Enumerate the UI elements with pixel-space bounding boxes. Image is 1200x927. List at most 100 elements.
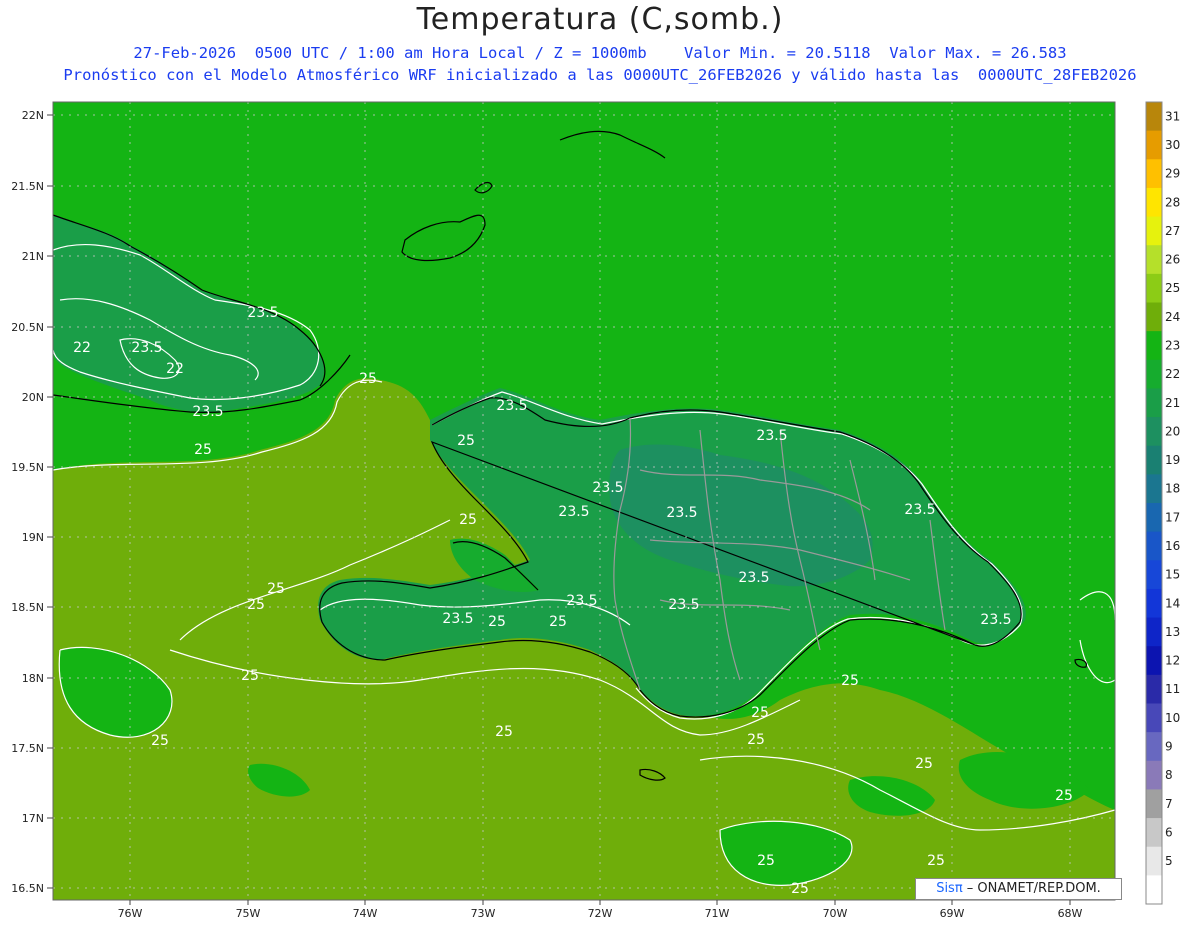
colorbar-label: 31 bbox=[1165, 109, 1180, 123]
colorbar-swatch bbox=[1146, 732, 1162, 762]
temperature-map: 22N 21.5N 21N 20.5N 20N 19.5N 19N 18.5N 18N 17.5N… bbox=[11, 101, 1180, 920]
colorbar-swatch bbox=[1146, 216, 1162, 246]
longitude-label: 72W bbox=[588, 907, 613, 920]
contour-label: 23.5 bbox=[738, 570, 769, 586]
longitude-label: 74W bbox=[353, 907, 378, 920]
colorbar-label: 8 bbox=[1165, 768, 1173, 782]
colorbar-swatch bbox=[1146, 388, 1162, 418]
contour-label: 25 bbox=[549, 614, 567, 630]
latitude-labels: 22N 21.5N 21N 20.5N 20N 19.5N 19N 18.5N 18N 17.5N… bbox=[11, 109, 53, 895]
colorbar-swatch bbox=[1146, 102, 1162, 132]
contour-label: 25 bbox=[751, 705, 769, 721]
latitude-label: 18N bbox=[22, 672, 44, 685]
latitude-label: 16.5N bbox=[11, 882, 44, 895]
contour-label: 22 bbox=[166, 361, 184, 377]
colorbar-label: 24 bbox=[1165, 310, 1180, 324]
contour-label: 25 bbox=[1055, 788, 1073, 804]
colorbar-swatch bbox=[1146, 445, 1162, 475]
colorbar-label: 27 bbox=[1165, 224, 1180, 238]
colorbar-label: 13 bbox=[1165, 625, 1180, 639]
colorbar-swatch bbox=[1146, 302, 1162, 332]
contour-label: 25 bbox=[495, 724, 513, 740]
colorbar-label: 14 bbox=[1165, 596, 1180, 610]
contour-label: 23.5 bbox=[558, 504, 589, 520]
contour-label: 25 bbox=[457, 433, 475, 449]
colorbar-swatch bbox=[1146, 273, 1162, 303]
colorbar-swatch bbox=[1146, 818, 1162, 848]
colorbar-swatch bbox=[1146, 703, 1162, 733]
colorbar-label: 29 bbox=[1165, 167, 1180, 181]
latitude-label: 21.5N bbox=[11, 180, 44, 193]
longitude-labels: 76W 75W 74W 73W 72W 71W 70W 69W 68W bbox=[118, 900, 1083, 920]
contour-label: 25 bbox=[841, 673, 859, 689]
contour-label: 25 bbox=[915, 756, 933, 772]
credit-box: Sisπ – ONAMET/REP.DOM. bbox=[915, 878, 1122, 900]
colorbar-swatch bbox=[1146, 531, 1162, 561]
contour-label: 25 bbox=[757, 853, 775, 869]
contour-label: 23.5 bbox=[668, 597, 699, 613]
colorbar-label: 5 bbox=[1165, 854, 1173, 868]
colorbar-swatch bbox=[1146, 875, 1162, 905]
longitude-label: 76W bbox=[118, 907, 143, 920]
colorbar-label: 18 bbox=[1165, 482, 1180, 496]
colorbar: 31 30 29 28 27 26 25 24 23 22 21 20 19 18 17 16 15 14 13 12… bbox=[1145, 101, 1180, 905]
credit-brand: Sisπ bbox=[936, 881, 963, 896]
longitude-label: 69W bbox=[940, 907, 965, 920]
colorbar-label: 28 bbox=[1165, 195, 1180, 209]
longitude-label: 71W bbox=[705, 907, 730, 920]
colorbar-label: 21 bbox=[1165, 396, 1180, 410]
contour-label: 23.5 bbox=[192, 404, 223, 420]
contour-label: 25 bbox=[267, 581, 285, 597]
longitude-label: 70W bbox=[823, 907, 848, 920]
colorbar-swatch bbox=[1146, 789, 1162, 819]
colorbar-swatch bbox=[1146, 760, 1162, 790]
latitude-label: 21N bbox=[22, 250, 44, 263]
colorbar-label: 6 bbox=[1165, 825, 1173, 839]
colorbar-swatch bbox=[1146, 560, 1162, 590]
credit-text: – ONAMET/REP.DOM. bbox=[962, 881, 1101, 896]
contour-label: 23.5 bbox=[247, 305, 278, 321]
contour-label: 23.5 bbox=[131, 340, 162, 356]
contour-label: 25 bbox=[459, 512, 477, 528]
colorbar-label: 12 bbox=[1165, 654, 1180, 668]
longitude-label: 75W bbox=[236, 907, 261, 920]
colorbar-label: 9 bbox=[1165, 739, 1173, 753]
contour-label: 25 bbox=[194, 442, 212, 458]
longitude-label: 68W bbox=[1058, 907, 1083, 920]
colorbar-label: 16 bbox=[1165, 539, 1180, 553]
colorbar-label: 26 bbox=[1165, 253, 1180, 267]
colorbar-swatch bbox=[1146, 588, 1162, 619]
longitude-label: 73W bbox=[471, 907, 496, 920]
colorbar-swatch bbox=[1146, 359, 1162, 389]
contour-label: 23.5 bbox=[592, 480, 623, 496]
colorbar-swatch bbox=[1146, 474, 1162, 504]
colorbar-swatch bbox=[1146, 417, 1162, 447]
latitude-label: 17N bbox=[22, 812, 44, 825]
contour-label: 25 bbox=[488, 614, 506, 630]
colorbar-swatch bbox=[1146, 187, 1162, 218]
colorbar-label: 7 bbox=[1165, 797, 1173, 811]
colorbar-label: 25 bbox=[1165, 281, 1180, 295]
colorbar-swatch bbox=[1146, 674, 1162, 704]
contour-label: 23.5 bbox=[442, 611, 473, 627]
contour-label: 23.5 bbox=[980, 612, 1011, 628]
colorbar-swatch bbox=[1146, 617, 1162, 647]
contour-label: 23.5 bbox=[496, 398, 527, 414]
latitude-label: 17.5N bbox=[11, 742, 44, 755]
latitude-label: 18.5N bbox=[11, 601, 44, 614]
colorbar-swatch bbox=[1146, 646, 1162, 676]
colorbar-swatch bbox=[1146, 503, 1162, 533]
contour-label: 23.5 bbox=[756, 428, 787, 444]
latitude-label: 22N bbox=[22, 109, 44, 122]
colorbar-swatch bbox=[1146, 331, 1162, 361]
colorbar-label: 23 bbox=[1165, 338, 1180, 352]
colorbar-swatch bbox=[1146, 130, 1162, 160]
contour-label: 25 bbox=[927, 853, 945, 869]
latitude-label: 19.5N bbox=[11, 461, 44, 474]
colorbar-swatch bbox=[1146, 846, 1162, 876]
latitude-label: 20.5N bbox=[11, 321, 44, 334]
colorbar-label: 11 bbox=[1165, 682, 1180, 696]
contour-label: 23.5 bbox=[666, 505, 697, 521]
colorbar-label: 17 bbox=[1165, 510, 1180, 524]
colorbar-swatch bbox=[1146, 159, 1162, 189]
